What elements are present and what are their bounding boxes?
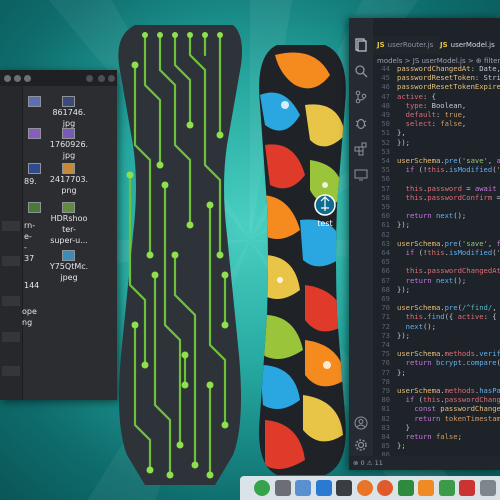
javascript-file-icon: JS — [377, 41, 385, 49]
image-thumbnail — [62, 96, 75, 107]
file-manager-titlebar[interactable] — [0, 70, 117, 86]
problems-indicator[interactable]: ⊗ 0 ⚠ 11 — [353, 459, 383, 467]
tab-label: userModel.js — [450, 41, 495, 49]
folder-icon[interactable] — [295, 480, 311, 496]
trash-icon[interactable] — [479, 480, 496, 496]
code-line[interactable]: }); — [397, 331, 410, 341]
explorer-icon[interactable] — [354, 38, 368, 52]
window-button-icon[interactable] — [14, 75, 21, 82]
window-button-icon[interactable] — [98, 75, 105, 82]
code-line[interactable]: }); — [397, 138, 410, 148]
javascript-file-icon: JS — [440, 41, 448, 49]
status-bar: ⊗ 0 ⚠ 11 — [349, 456, 500, 470]
code-line[interactable]: return tokenTimestamp — [397, 414, 500, 424]
desktop: 89. rn- e- - 37 144 ope ng 861746. jpg 1… — [0, 0, 500, 500]
file-name: 2417703. png — [49, 175, 89, 195]
code-line[interactable]: return false; — [397, 432, 462, 442]
source-control-icon[interactable] — [354, 90, 368, 104]
code-line[interactable]: if (!this.isModified('pa — [397, 165, 500, 175]
editor-tabs: JS userRouter.js JS userModel.js — [373, 36, 500, 54]
sidebar-item[interactable] — [2, 221, 20, 231]
window-button-icon[interactable] — [108, 75, 115, 82]
image-thumbnail — [62, 163, 75, 174]
dock — [240, 476, 500, 500]
file-manager-sidebar — [0, 86, 23, 400]
file-name-partial[interactable]: 144 — [24, 280, 39, 291]
pdf-icon[interactable] — [459, 480, 475, 496]
code-line[interactable]: this.passwordConfirm = u — [397, 193, 500, 203]
firefox-icon[interactable] — [356, 480, 373, 496]
file-name: HDRshoo ter- super-u... — [50, 214, 88, 245]
search-icon[interactable] — [354, 64, 368, 78]
terminal-icon[interactable] — [336, 480, 352, 496]
mongodb-icon[interactable] — [397, 480, 414, 496]
remote-explorer-icon[interactable] — [354, 168, 368, 182]
sidebar-item[interactable] — [2, 296, 20, 306]
code-line[interactable]: }); — [397, 285, 410, 295]
tab-user-model[interactable]: JS userModel.js — [440, 36, 500, 54]
file-name: Y75QtMc. jpeg — [49, 262, 89, 282]
code-line[interactable]: return bcrypt.compare(ca — [397, 358, 500, 368]
debug-icon[interactable] — [354, 116, 368, 130]
file-name-partial[interactable]: ope — [22, 306, 37, 317]
image-thumbnail[interactable] — [28, 96, 41, 107]
image-thumbnail[interactable] — [28, 202, 41, 213]
image-thumbnail — [62, 250, 75, 261]
code-editor-window[interactable]: JS userRouter.js JS userModel.js models > … — [349, 18, 500, 470]
tab-label: userRouter.js — [387, 41, 434, 49]
window-button-icon[interactable] — [24, 75, 31, 82]
sidebar-item[interactable] — [2, 256, 20, 266]
sidebar-item[interactable] — [2, 366, 20, 376]
circuit-board-deck — [118, 25, 242, 485]
swirl-board-deck: test — [259, 45, 346, 475]
account-icon[interactable] — [354, 416, 368, 430]
window-button-icon[interactable] — [4, 75, 11, 82]
activity-bar — [349, 18, 373, 470]
vlc-icon[interactable] — [418, 480, 434, 496]
code-line[interactable]: }; — [397, 368, 406, 378]
image-thumbnail[interactable] — [28, 163, 41, 174]
file-manager-window[interactable]: 89. rn- e- - 37 144 ope ng 861746. jpg 1… — [0, 70, 117, 400]
settings-gear-icon[interactable] — [354, 438, 368, 452]
extensions-icon[interactable] — [354, 142, 368, 156]
sidebar-item[interactable] — [2, 332, 20, 342]
code-area[interactable]: 44 passwordChangedAt: Date, 45 passwordRese… — [373, 64, 500, 470]
code-line[interactable]: select: false, — [397, 119, 467, 129]
code-line[interactable]: }); — [397, 220, 410, 230]
file-name-partial[interactable]: ng — [22, 317, 32, 328]
vscode-icon[interactable] — [315, 480, 332, 496]
file-name: 861746. jpg — [52, 108, 86, 128]
file-name: 1760926. jpg — [49, 140, 89, 160]
ubuntu-icon[interactable] — [377, 480, 393, 496]
image-thumbnail — [62, 128, 75, 139]
spreadsheet-icon[interactable] — [438, 480, 455, 496]
tab-user-router[interactable]: JS userRouter.js — [377, 36, 439, 54]
file-name-partial[interactable]: 89. — [24, 176, 37, 187]
code-line[interactable]: }; — [397, 441, 406, 451]
image-thumbnail — [62, 202, 75, 213]
linux-mint-icon[interactable] — [254, 480, 270, 496]
window-button-icon[interactable] — [86, 75, 93, 82]
file-name-partial[interactable]: rn- e- - 37 — [24, 220, 35, 264]
code-line[interactable]: if (!this.isModified('pa — [397, 248, 500, 258]
image-thumbnail[interactable] — [28, 128, 41, 139]
file-manager-icon[interactable] — [274, 480, 291, 496]
board-label: test — [317, 219, 332, 228]
